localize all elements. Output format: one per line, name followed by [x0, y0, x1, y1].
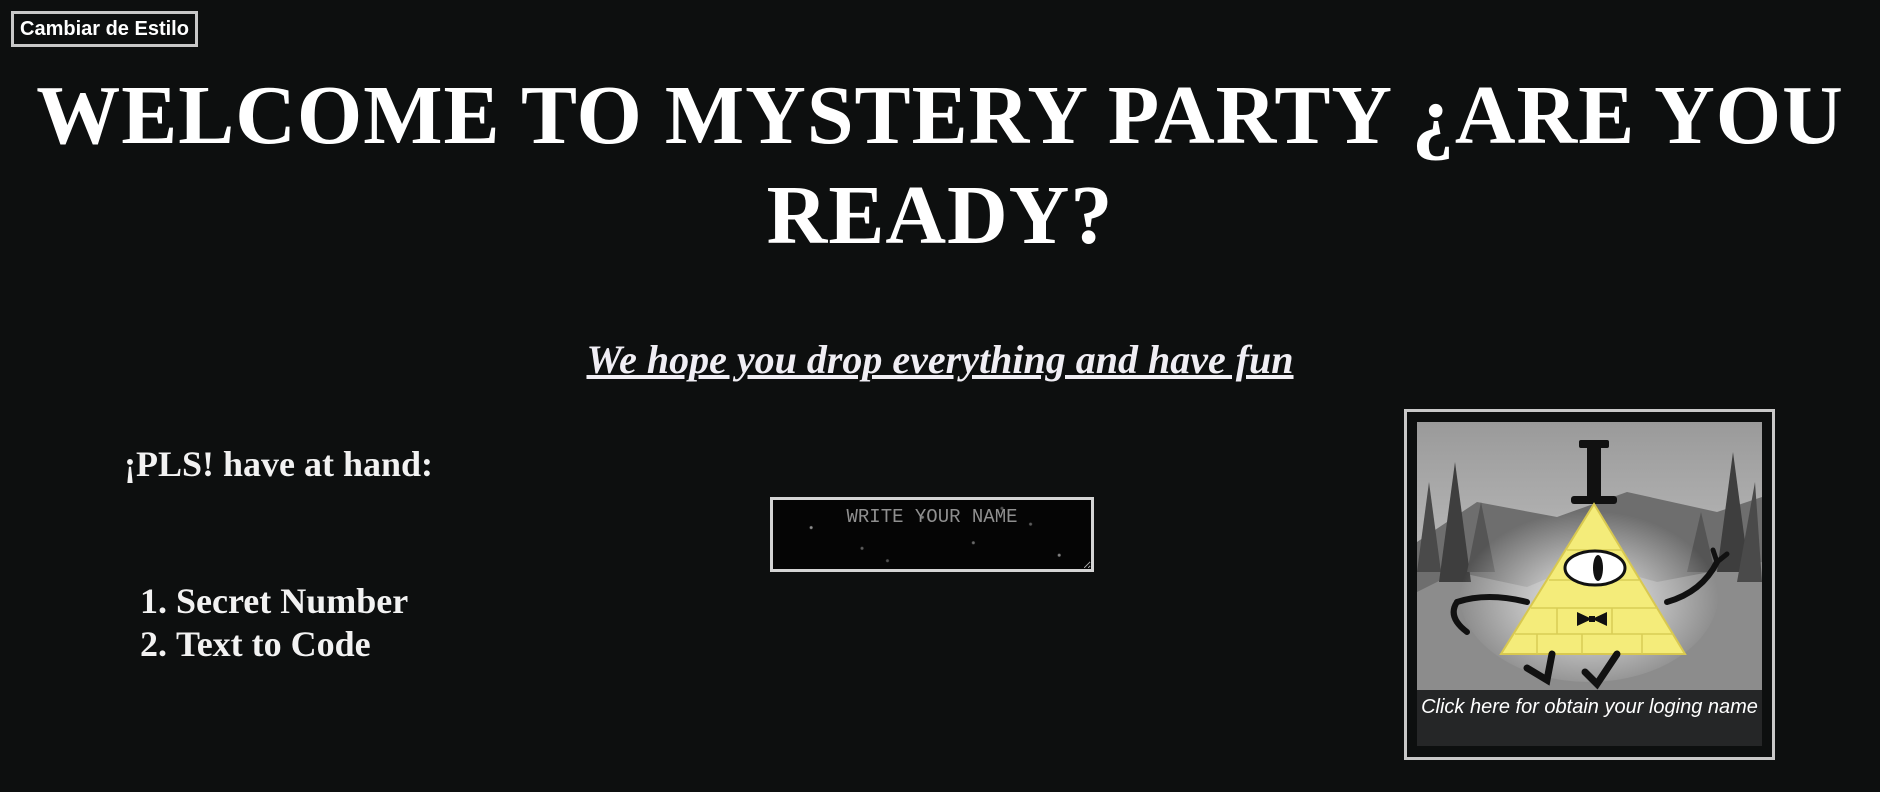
name-input[interactable]: [770, 497, 1094, 572]
change-style-button[interactable]: Cambiar de Estilo: [11, 11, 198, 47]
checklist-heading: ¡PLS! have at hand:: [124, 444, 434, 484]
login-name-card[interactable]: Click here for obtain your loging name: [1404, 409, 1775, 760]
tagline: We hope you drop everything and have fun: [0, 336, 1880, 383]
login-name-caption[interactable]: Click here for obtain your loging name: [1417, 690, 1762, 746]
checklist-list: Secret Number Text to Code: [130, 580, 408, 666]
page-title: WELCOME TO MYSTERY PARTY ¿ARE YOU READY?: [36, 69, 1844, 262]
list-item: Text to Code: [176, 623, 408, 666]
list-item: Secret Number: [176, 580, 408, 623]
tagline-text: We hope you drop everything and have fun: [586, 337, 1294, 382]
bill-cipher-triangle-icon[interactable]: [1417, 422, 1762, 690]
